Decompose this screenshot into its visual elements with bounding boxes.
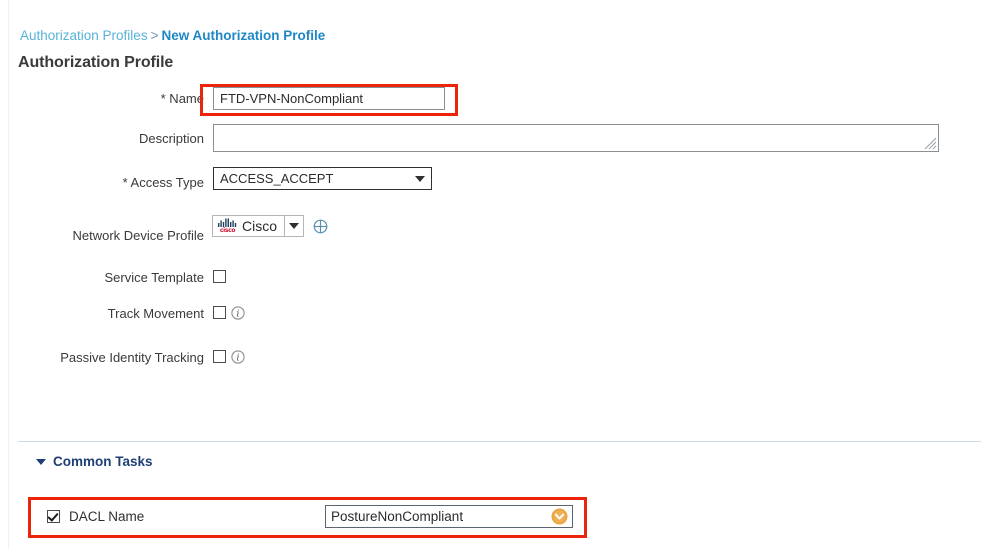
access-type-label: * Access Type [122,175,204,190]
breadcrumb-separator: > [150,28,159,43]
resize-grip-icon[interactable] [924,137,937,150]
add-device-profile-plus-circle-icon[interactable] [313,219,328,234]
form-row-service-template: Service Template [0,267,999,289]
form-row-access-type: * Access Type ACCESS_ACCEPT [0,167,999,194]
chevron-down-icon[interactable] [409,175,431,182]
dacl-name-value: PostureNonCompliant [331,509,464,524]
breadcrumb-current-new-authorization-profile: New Authorization Profile [161,28,326,43]
form-row-passive-identity-tracking: Passive Identity Tracking i [0,347,999,369]
page-title: Authorization Profile [18,54,174,71]
access-type-select[interactable]: ACCESS_ACCEPT [213,167,432,190]
info-icon[interactable]: i [231,350,245,364]
access-type-value: ACCESS_ACCEPT [220,171,334,186]
common-tasks-section-toggle[interactable]: Common Tasks [36,454,153,470]
network-device-profile-value: Cisco [242,218,278,234]
form-row-description: Description [0,124,999,152]
name-input[interactable] [213,87,445,110]
chevron-down-icon[interactable] [284,216,303,236]
info-icon[interactable]: i [231,306,245,320]
track-movement-label: Track Movement [107,306,204,321]
form-row-network-device-profile: Network Device Profile cisco Cisco [0,215,999,247]
passive-identity-tracking-label: Passive Identity Tracking [60,350,204,365]
description-label: Description [138,131,204,146]
track-movement-checkbox[interactable] [213,306,226,319]
cisco-logo-icon: cisco [217,218,238,234]
breadcrumb-link-authorization-profiles[interactable]: Authorization Profiles [20,28,148,43]
service-template-label: Service Template [104,270,204,285]
dacl-name-select[interactable]: PostureNonCompliant [325,505,573,528]
name-label: * Name [160,91,204,106]
dacl-name-label: DACL Name [69,509,145,524]
cisco-wordmark: cisco [219,227,236,234]
svg-text:i: i [237,353,240,363]
passive-identity-tracking-checkbox[interactable] [213,350,226,363]
dacl-name-checkbox[interactable] [47,510,60,523]
breadcrumb: Authorization Profiles > New Authorization… [20,28,325,44]
svg-text:i: i [237,309,240,319]
description-textarea[interactable] [213,124,939,152]
service-template-checkbox[interactable] [213,270,226,283]
network-device-profile-select[interactable]: cisco Cisco [212,215,304,237]
section-divider [18,441,981,442]
form-row-track-movement: Track Movement i [0,303,999,325]
network-device-profile-value-wrap: cisco Cisco [213,216,284,236]
form-row-name: * Name [0,87,999,110]
network-device-profile-label: Network Device Profile [72,228,205,243]
common-tasks-title: Common Tasks [53,454,153,469]
caret-down-icon[interactable] [36,459,46,465]
orange-chevron-down-icon[interactable] [546,508,572,525]
